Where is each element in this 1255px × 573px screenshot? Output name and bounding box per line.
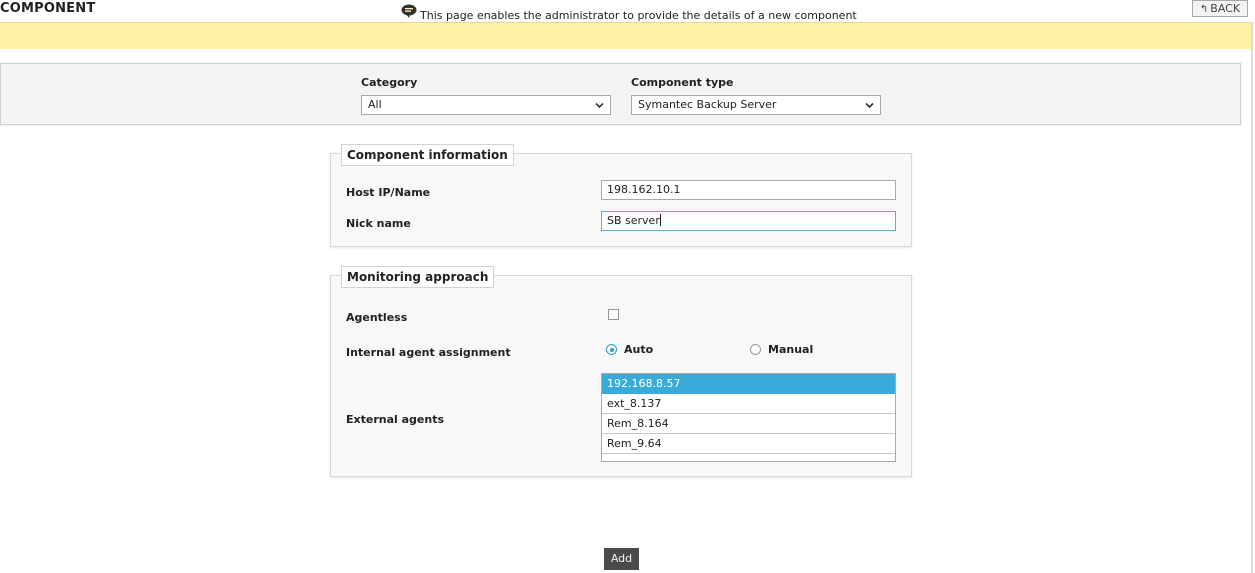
back-arrow-icon: ↰	[1199, 4, 1209, 15]
nick-name-input-value: SB server	[607, 214, 660, 227]
speech-bubble-icon	[401, 4, 417, 18]
monitoring-approach-legend: Monitoring approach	[341, 266, 495, 288]
agentless-checkbox[interactable]	[608, 309, 619, 320]
list-item[interactable]: Rem_8.164	[602, 414, 895, 434]
right-scrollbar-edge	[1251, 22, 1253, 573]
internal-agent-label: Internal agent assignment	[346, 346, 511, 359]
component-information-legend: Component information	[341, 144, 514, 166]
text-caret	[659, 214, 661, 226]
info-banner	[0, 22, 1253, 49]
host-label: Host IP/Name	[346, 186, 431, 199]
auto-radio-label[interactable]: Auto	[624, 343, 653, 356]
nick-name-label: Nick name	[346, 217, 411, 230]
manual-radio-label[interactable]: Manual	[768, 343, 813, 356]
component-type-select[interactable]: Symantec Backup Server	[631, 95, 881, 115]
category-label: Category	[361, 76, 418, 89]
host-input[interactable]: 198.162.10.1	[601, 180, 896, 200]
list-item[interactable]: 192.168.8.57	[602, 374, 895, 394]
external-agents-listbox[interactable]: 192.168.8.57 ext_8.137 Rem_8.164 Rem_9.6…	[601, 373, 896, 462]
agentless-label: Agentless	[346, 311, 408, 324]
back-button[interactable]: ↰ BACK	[1192, 0, 1248, 17]
filter-panel	[0, 63, 1241, 125]
info-message: This page enables the administrator to p…	[420, 9, 857, 22]
component-information-section	[330, 153, 912, 247]
chevron-down-icon	[865, 102, 874, 109]
manual-radio[interactable]	[750, 344, 761, 355]
auto-radio[interactable]	[606, 344, 617, 355]
add-button[interactable]: Add	[604, 548, 639, 570]
component-type-select-value: Symantec Backup Server	[638, 98, 777, 111]
category-select[interactable]: All	[361, 95, 611, 115]
list-item[interactable]: Rem_9.64	[602, 434, 895, 454]
page-title: COMPONENT	[0, 1, 96, 16]
external-agents-label: External agents	[346, 413, 445, 426]
chevron-down-icon	[595, 102, 604, 109]
list-item[interactable]: ext_8.137	[602, 394, 895, 414]
nick-name-input[interactable]: SB server	[601, 211, 896, 231]
component-type-label: Component type	[631, 76, 734, 89]
category-select-value: All	[368, 98, 382, 111]
host-input-value: 198.162.10.1	[607, 183, 681, 196]
back-button-label: BACK	[1210, 2, 1241, 15]
